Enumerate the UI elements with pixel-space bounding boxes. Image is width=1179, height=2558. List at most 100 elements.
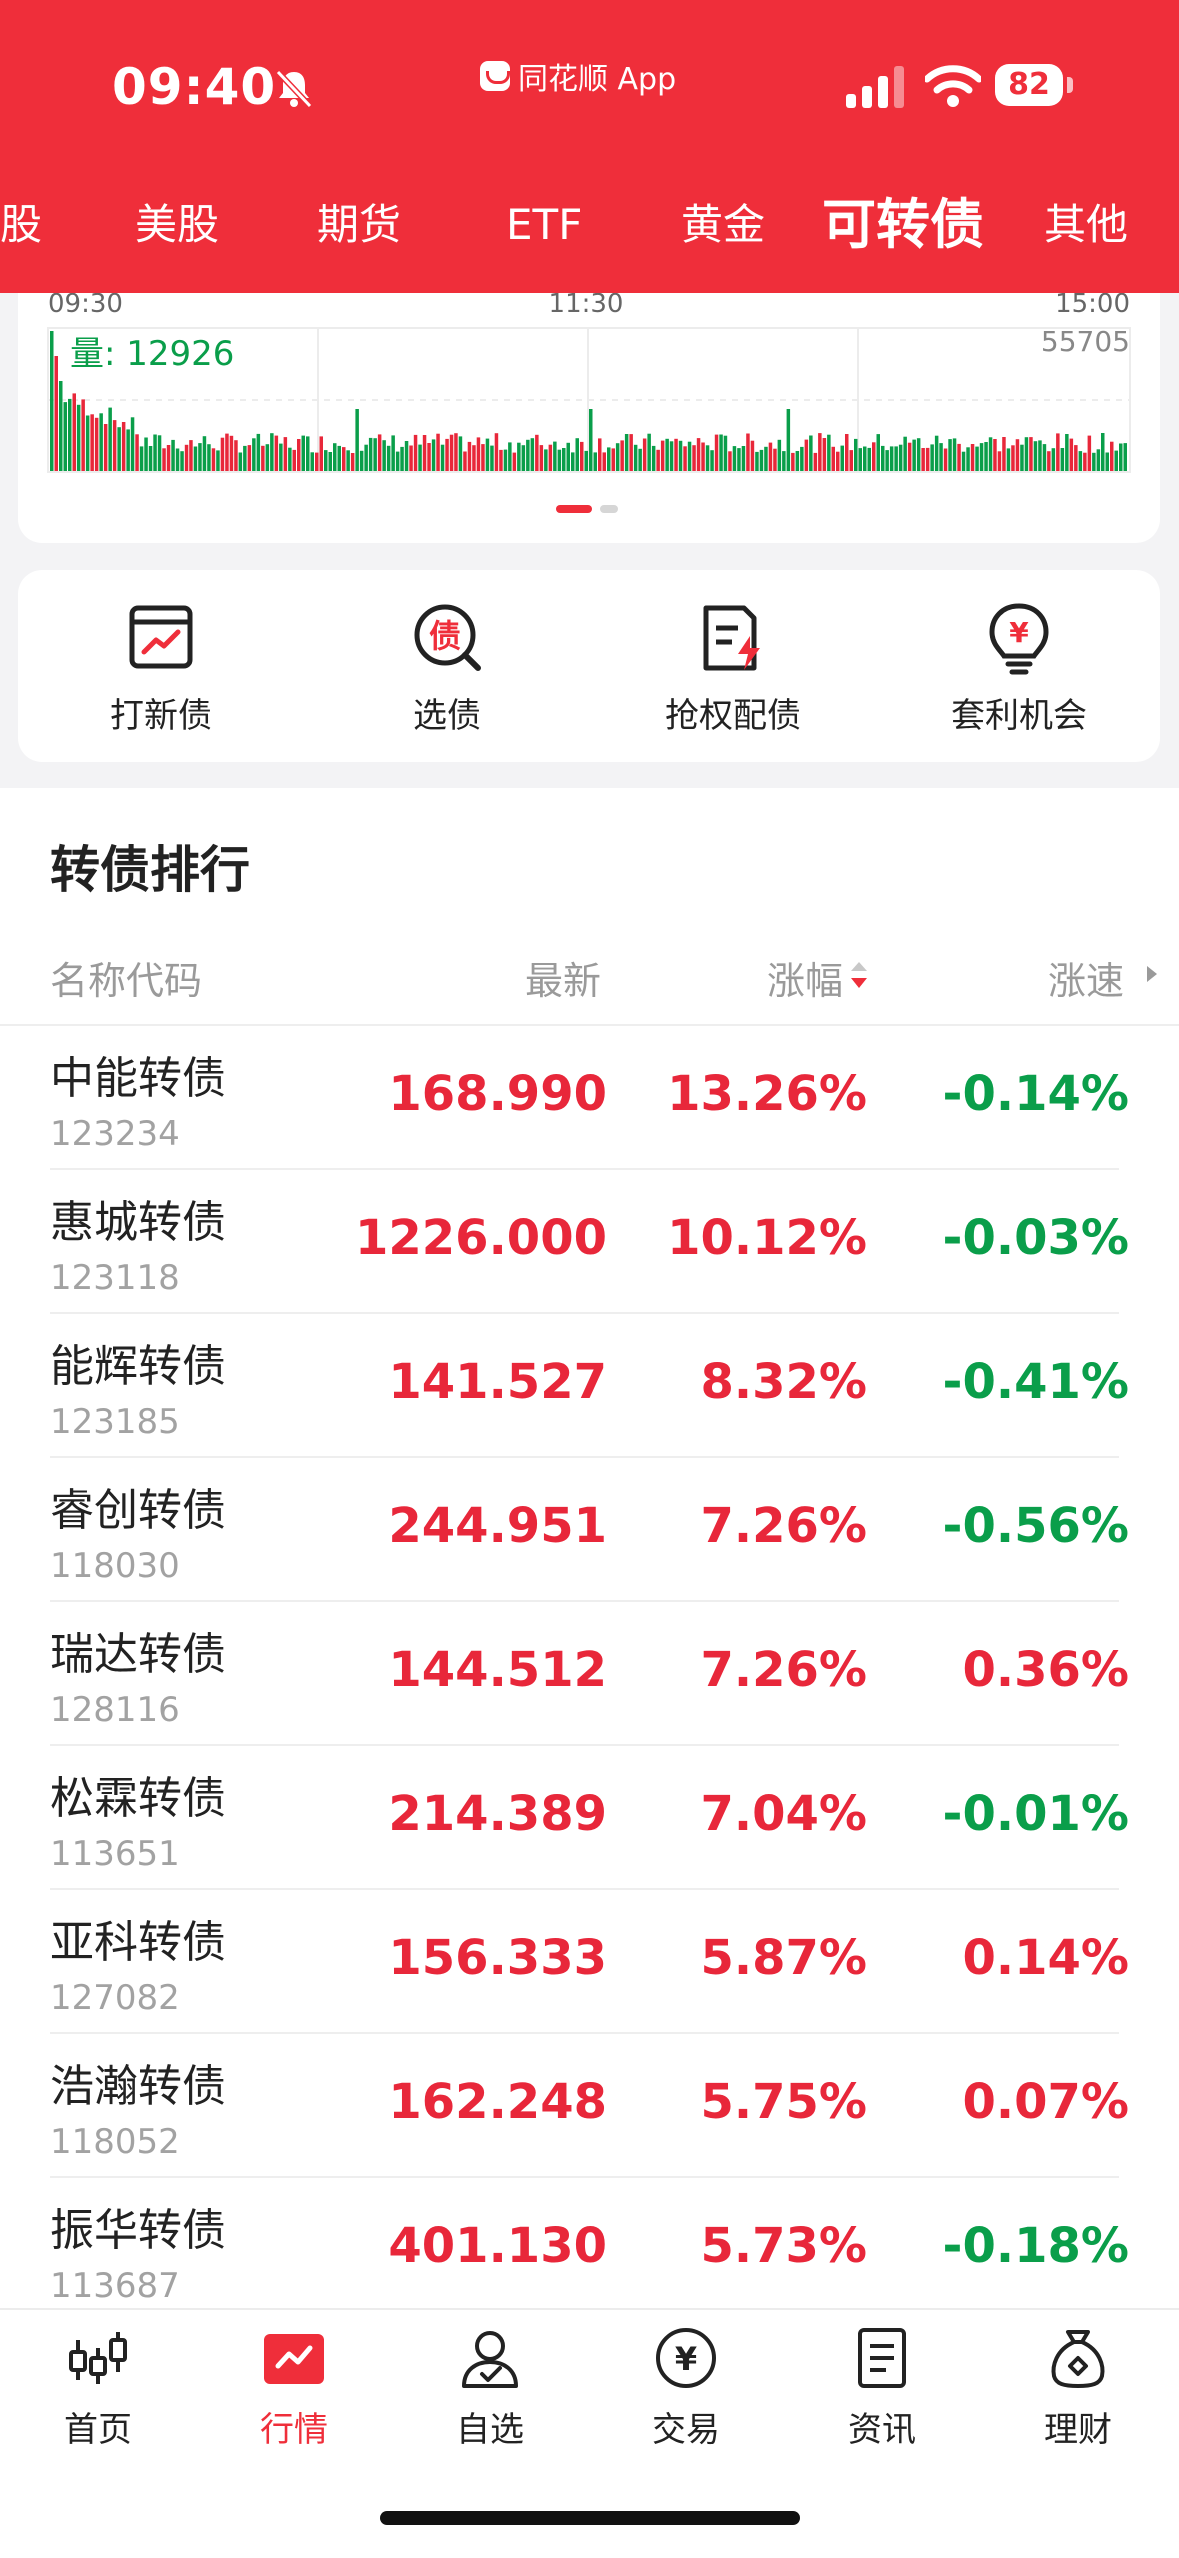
nav-market[interactable]: 行情: [196, 2310, 392, 2470]
volume-bar: [121, 422, 126, 471]
nav-wealth[interactable]: 理财: [980, 2310, 1176, 2470]
bond-speed: -0.56%: [942, 1498, 1129, 1554]
volume-bar: [193, 446, 198, 471]
volume-bar: [966, 447, 970, 471]
bond-change: 7.04%: [700, 1786, 867, 1842]
rights-bond-icon: [703, 605, 760, 671]
volume-bar: [404, 441, 409, 471]
volume-chart-card[interactable]: 09:30 11:30 15:00 55705 量: 12926: [18, 293, 1160, 543]
bond-code: 113651: [50, 1834, 180, 1874]
volume-bar: [611, 448, 615, 471]
scroll-right-icon[interactable]: [1145, 964, 1159, 984]
table-row[interactable]: 睿创转债 118030 244.951 7.26% -0.56%: [0, 1458, 1179, 1602]
tab-others[interactable]: 其他: [1044, 185, 1128, 265]
volume-bar: [854, 438, 858, 471]
bond-name: 振华转债: [50, 2205, 226, 2256]
nav-home[interactable]: 首页: [0, 2310, 196, 2470]
volume-bar: [598, 438, 602, 471]
nav-label: 行情: [260, 2410, 328, 2450]
volume-bar: [373, 438, 377, 471]
bond-change: 7.26%: [700, 1642, 867, 1698]
table-row[interactable]: 能辉转债 123185 141.527 8.32% -0.41%: [0, 1314, 1179, 1458]
shortcut-new-bond[interactable]: 打新债: [18, 570, 304, 762]
volume-bar: [85, 415, 90, 471]
volume-bar: [737, 448, 741, 471]
volume-bar: [867, 447, 871, 471]
volume-bar: [979, 443, 984, 471]
volume-bar: [934, 435, 939, 471]
volume-bar: [813, 452, 818, 471]
volume-bar: [1083, 452, 1087, 471]
volume-bar: [279, 443, 283, 471]
volume-bar: [409, 445, 413, 471]
volume-bar: [517, 442, 521, 471]
sort-desc-icon[interactable]: [848, 960, 870, 990]
table-row[interactable]: 中能转债 123234 168.990 13.26% -0.14%: [0, 1026, 1179, 1170]
volume-bar: [683, 446, 687, 471]
volume-bar: [503, 449, 508, 471]
bond-price: 156.333: [388, 1930, 607, 1986]
volume-bar: [669, 441, 674, 471]
bond-code: 127082: [50, 1978, 180, 2018]
tab-stocks[interactable]: 股: [0, 185, 42, 265]
bond-price: 168.990: [388, 1066, 607, 1122]
tab-convertible-bonds[interactable]: 可转债: [822, 185, 984, 265]
volume-bar: [845, 434, 849, 471]
section-title: 转债排行: [50, 841, 250, 899]
volume-bar: [773, 448, 777, 471]
volume-bar: [342, 447, 346, 471]
nav-watchlist[interactable]: 自选: [392, 2310, 588, 2470]
volume-bar: [481, 444, 485, 471]
volume-bar: [225, 433, 229, 471]
volume-bar: [90, 414, 94, 471]
page-dot: [600, 505, 618, 513]
volume-bar: [229, 435, 234, 471]
bond-speed: -0.18%: [942, 2218, 1129, 2274]
volume-bar: [139, 446, 144, 471]
tab-us-stocks[interactable]: 美股: [135, 185, 219, 265]
header-change[interactable]: 涨幅: [767, 950, 843, 1005]
volume-bar: [881, 445, 885, 471]
volume-bar: [359, 450, 364, 471]
shortcut-select-bond[interactable]: 债 选债: [304, 570, 590, 762]
volume-bar: [1011, 445, 1015, 471]
table-row[interactable]: 浩瀚转债 118052 162.248 5.75% 0.07%: [0, 2034, 1179, 2178]
nav-trade[interactable]: ¥ 交易: [588, 2310, 784, 2470]
nav-news[interactable]: 资讯: [784, 2310, 980, 2470]
table-row[interactable]: 瑞达转债 128116 144.512 7.26% 0.36%: [0, 1602, 1179, 1746]
volume-bar: [687, 441, 692, 471]
tab-futures[interactable]: 期货: [317, 185, 401, 265]
volume-bar: [719, 434, 723, 471]
table-row[interactable]: 惠城转债 123118 1226.000 10.12% -0.03%: [0, 1170, 1179, 1314]
table-row[interactable]: 松霖转债 113651 214.389 7.04% -0.01%: [0, 1746, 1179, 1890]
watchlist-person-icon: [462, 2331, 518, 2388]
table-row[interactable]: 亚科转债 127082 156.333 5.87% 0.14%: [0, 1890, 1179, 2034]
volume-bar: [539, 445, 544, 471]
volume-bar: [99, 413, 103, 471]
tab-etf[interactable]: ETF: [506, 185, 582, 265]
table-row[interactable]: 振华转债 113687 401.130 5.73% -0.18%: [0, 2178, 1179, 2322]
header-speed[interactable]: 涨速: [1048, 950, 1124, 1005]
volume-bar: [59, 381, 63, 471]
volume-bar: [988, 437, 993, 471]
home-indicator[interactable]: [380, 2511, 800, 2525]
svg-text:债: 债: [429, 617, 461, 655]
volume-bar: [732, 446, 737, 471]
volume-bar: [795, 451, 800, 471]
volume-bar: [207, 444, 211, 471]
volume-bar: [350, 453, 355, 471]
volume-bar: [943, 448, 948, 471]
volume-bar: [458, 436, 463, 471]
shortcut-arbitrage[interactable]: ¥ 套利机会: [876, 570, 1162, 762]
volume-bar: [1069, 438, 1074, 471]
volume-bar: [449, 434, 454, 471]
volume-bar: [530, 438, 535, 471]
header-latest[interactable]: 最新: [525, 950, 601, 1005]
shortcut-rights-bond[interactable]: 抢权配债: [590, 570, 876, 762]
tab-gold[interactable]: 黄金: [681, 185, 765, 265]
volume-bar: [337, 445, 341, 471]
volume-bar: [786, 409, 791, 471]
volume-bar: [997, 451, 1002, 471]
volume-bar: [467, 441, 472, 471]
bond-code: 123118: [50, 1258, 180, 1298]
